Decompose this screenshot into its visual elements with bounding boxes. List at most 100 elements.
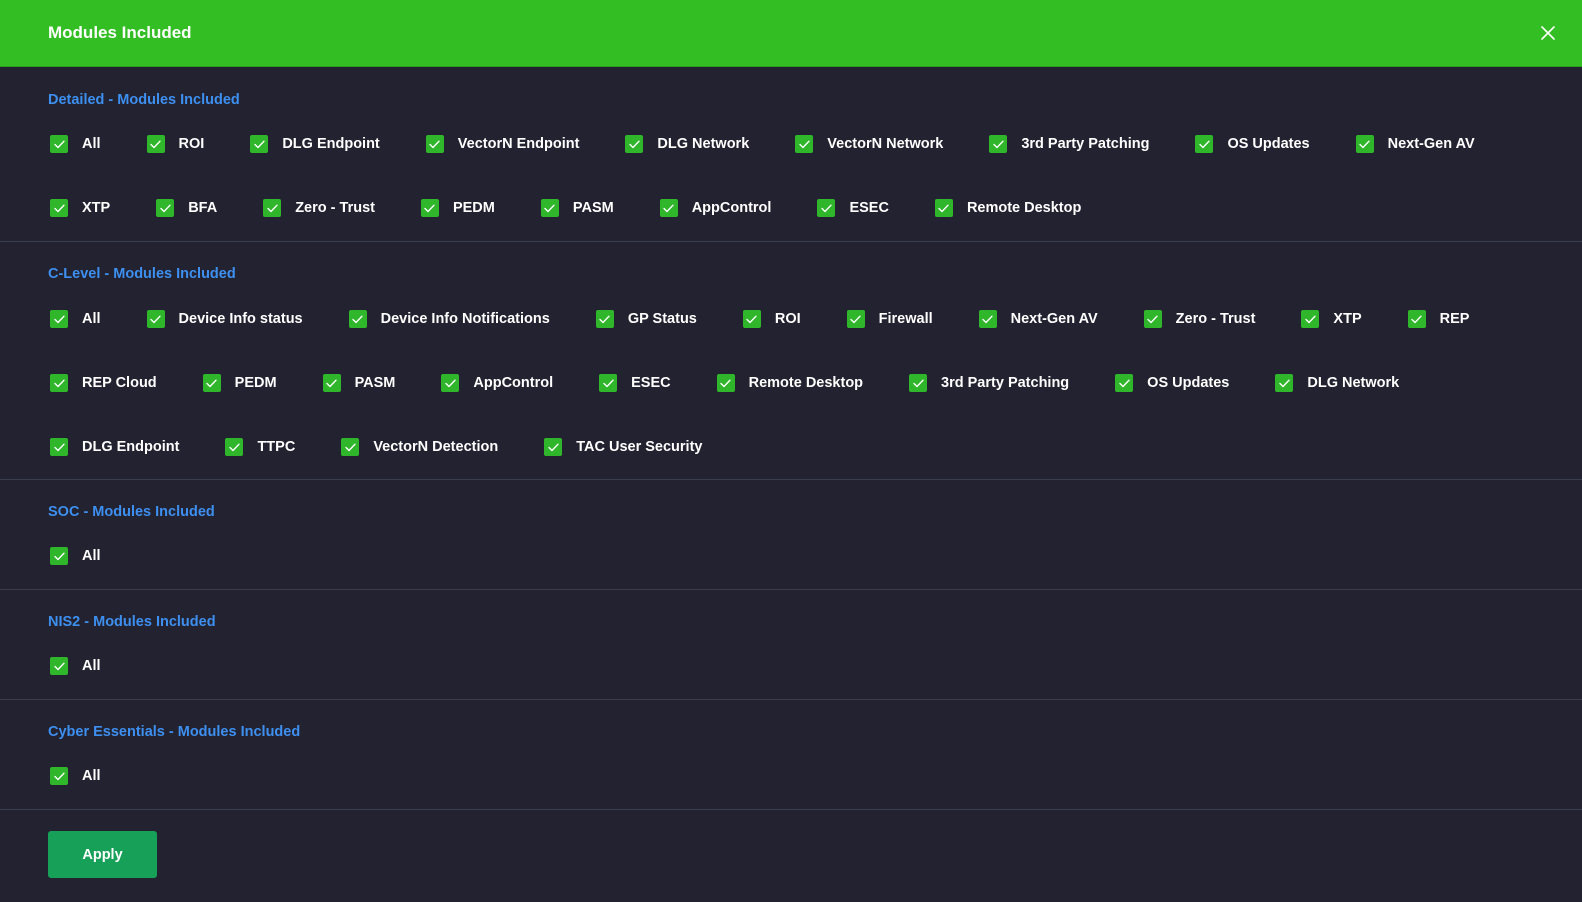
checkbox[interactable] [50, 374, 68, 392]
checkbox[interactable] [1301, 310, 1320, 328]
checkbox-label: PASM [354, 375, 396, 391]
checkbox[interactable] [420, 199, 439, 217]
checkbox[interactable] [1143, 310, 1162, 328]
checkbox[interactable] [817, 199, 836, 217]
checkbox[interactable] [156, 199, 175, 217]
checkbox-label: Zero - Trust [1175, 311, 1256, 327]
checkbox-option-all[interactable]: All [48, 133, 101, 155]
checkbox[interactable] [225, 438, 244, 456]
checkbox[interactable] [1275, 374, 1294, 392]
checkbox[interactable] [540, 199, 559, 217]
checkbox-option-firewall[interactable]: Firewall [845, 308, 933, 330]
checkbox[interactable] [846, 310, 865, 328]
apply-button[interactable]: Apply [48, 831, 157, 878]
checkbox-option-remote-desktop[interactable]: Remote Desktop [933, 197, 1081, 219]
checkbox-option-3rd-party-patching[interactable]: 3rd Party Patching [987, 133, 1149, 155]
checkbox[interactable] [341, 438, 360, 456]
checkmark-icon [982, 315, 993, 323]
checkbox-option-zero-trust[interactable]: Zero - Trust [261, 197, 375, 219]
checkbox[interactable] [250, 135, 269, 153]
checkbox-label: Zero - Trust [295, 200, 375, 216]
checkbox-option-xtp[interactable]: XTP [1299, 308, 1362, 330]
checkbox[interactable] [50, 135, 68, 153]
checkbox[interactable] [50, 199, 68, 217]
checkbox-option-vectorn-detection[interactable]: VectorN Detection [339, 436, 498, 458]
checkbox-option-pedm[interactable]: PEDM [419, 197, 495, 219]
checkbox-option-esec[interactable]: ESEC [597, 372, 671, 394]
checkbox-option-bfa[interactable]: BFA [154, 197, 217, 219]
checkbox-option-3rd-party-patching[interactable]: 3rd Party Patching [907, 372, 1069, 394]
checkbox-option-all[interactable]: All [48, 308, 101, 330]
checkmark-icon [993, 140, 1004, 148]
checkbox[interactable] [146, 135, 165, 153]
checkbox[interactable] [659, 199, 678, 217]
checkbox-option-dlg-endpoint[interactable]: DLG Endpoint [248, 133, 380, 155]
checkbox-option-next-gen-av[interactable]: Next-Gen AV [977, 308, 1098, 330]
checkbox[interactable] [595, 310, 614, 328]
checkbox[interactable] [50, 310, 68, 328]
checkbox-option-roi[interactable]: ROI [145, 133, 204, 155]
checkbox-option-all[interactable]: All [48, 765, 101, 787]
checkbox-option-pedm[interactable]: PEDM [201, 372, 277, 394]
checkbox-option-zero-trust[interactable]: Zero - Trust [1142, 308, 1256, 330]
checkbox-option-rep-cloud[interactable]: REP Cloud [48, 372, 157, 394]
checkbox-option-vectorn-network[interactable]: VectorN Network [793, 133, 943, 155]
checkbox-option-gp-status[interactable]: GP Status [594, 308, 697, 330]
checkbox[interactable] [1355, 135, 1374, 153]
checkbox-option-appcontrol[interactable]: AppControl [439, 372, 553, 394]
checkbox-label: All [82, 548, 101, 564]
checkbox-option-appcontrol[interactable]: AppControl [658, 197, 771, 219]
checkbox-option-rep[interactable]: REP [1406, 308, 1469, 330]
checkbox[interactable] [146, 310, 165, 328]
checkbox[interactable] [322, 374, 341, 392]
checkmark-icon [150, 140, 161, 148]
checkbox-option-esec[interactable]: ESEC [815, 197, 889, 219]
checkbox[interactable] [1195, 135, 1214, 153]
checkbox[interactable] [348, 310, 367, 328]
checkbox-option-tac-user-security[interactable]: TAC User Security [542, 436, 702, 458]
checkbox[interactable] [50, 767, 68, 785]
checkbox-option-all[interactable]: All [48, 655, 101, 677]
checkbox[interactable] [934, 199, 953, 217]
checkbox-option-pasm[interactable]: PASM [321, 372, 396, 394]
checkbox[interactable] [909, 374, 928, 392]
options-list: All [48, 545, 1548, 567]
checkbox[interactable] [50, 438, 68, 456]
modal-title: Modules Included [48, 23, 192, 42]
checkbox[interactable] [50, 547, 68, 565]
checkmark-icon [1279, 379, 1290, 387]
checkbox[interactable] [441, 374, 460, 392]
checkbox-option-device-info-status[interactable]: Device Info status [145, 308, 303, 330]
checkbox-option-dlg-network[interactable]: DLG Network [1273, 372, 1399, 394]
checkbox-option-vectorn-endpoint[interactable]: VectorN Endpoint [424, 133, 579, 155]
close-button[interactable] [1536, 21, 1560, 45]
checkbox[interactable] [989, 135, 1008, 153]
checkbox[interactable] [1115, 374, 1134, 392]
checkbox-option-dlg-network[interactable]: DLG Network [623, 133, 749, 155]
checkbox[interactable] [1407, 310, 1426, 328]
checkbox-option-device-info-notifications[interactable]: Device Info Notifications [347, 308, 550, 330]
checkbox-option-next-gen-av[interactable]: Next-Gen AV [1354, 133, 1475, 155]
checkbox[interactable] [544, 438, 563, 456]
checkbox-option-xtp[interactable]: XTP [48, 197, 110, 219]
checkbox-option-remote-desktop[interactable]: Remote Desktop [715, 372, 863, 394]
checkbox-label: ESEC [631, 375, 671, 391]
checkbox[interactable] [978, 310, 997, 328]
checkbox-label: VectorN Detection [373, 439, 499, 455]
checkbox[interactable] [716, 374, 735, 392]
checkbox-option-os-updates[interactable]: OS Updates [1193, 133, 1310, 155]
checkbox-option-pasm[interactable]: PASM [539, 197, 614, 219]
checkbox[interactable] [795, 135, 814, 153]
checkbox[interactable] [625, 135, 644, 153]
checkbox-option-ttpc[interactable]: TTPC [223, 436, 295, 458]
checkbox-option-dlg-endpoint[interactable]: DLG Endpoint [48, 436, 179, 458]
checkbox[interactable] [263, 199, 282, 217]
checkbox[interactable] [425, 135, 444, 153]
checkbox-option-all[interactable]: All [48, 545, 101, 567]
checkbox[interactable] [202, 374, 221, 392]
checkbox[interactable] [742, 310, 761, 328]
checkbox-option-roi[interactable]: ROI [741, 308, 801, 330]
checkbox[interactable] [50, 657, 68, 675]
checkbox[interactable] [599, 374, 618, 392]
checkbox-option-os-updates[interactable]: OS Updates [1113, 372, 1229, 394]
